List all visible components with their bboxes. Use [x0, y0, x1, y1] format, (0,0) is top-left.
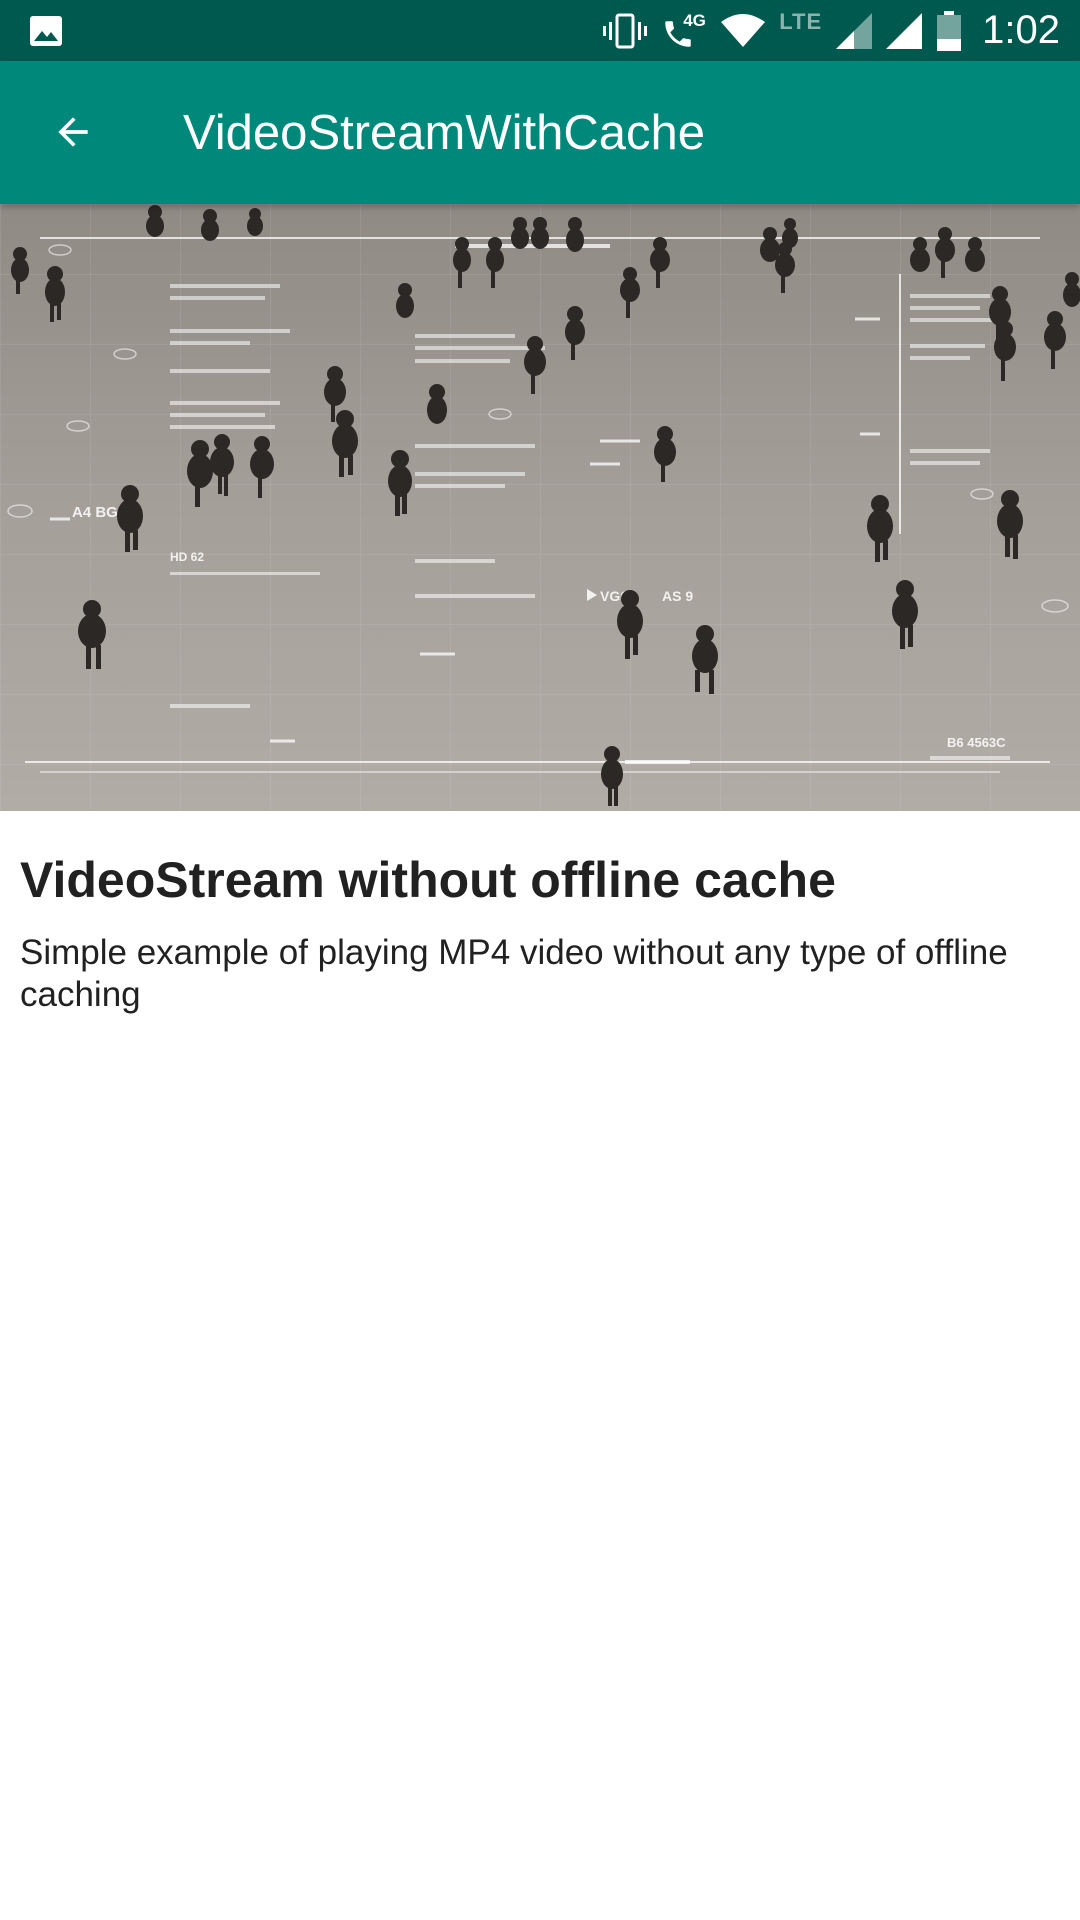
signal-icon-2 [886, 12, 923, 49]
signal-icon-1 [836, 12, 873, 49]
overlay-label-a4bg: A4 BG [72, 504, 118, 521]
overlay-label-b6: B6 4563C [947, 735, 1006, 750]
wifi-icon [721, 13, 766, 48]
back-button[interactable] [38, 97, 108, 167]
content-section: VideoStream without offline cache Simple… [20, 850, 1060, 1016]
vibrate-icon [603, 13, 648, 49]
lte-label: LTE [779, 8, 823, 34]
app-bar: VideoStreamWithCache [0, 61, 1080, 204]
video-frame: A4 BG HD 62 VG61 AS 9 B6 4563C [0, 204, 1080, 811]
app-title: VideoStreamWithCache [183, 106, 706, 160]
call-network-label: 4G [683, 10, 706, 30]
content-title: VideoStream without offline cache [20, 852, 836, 908]
video-player[interactable]: A4 BG HD 62 VG61 AS 9 B6 4563C [0, 204, 1080, 811]
status-icons: 4G LTE 1:02 [603, 0, 1060, 61]
overlay-label-as9: AS 9 [662, 588, 693, 604]
status-time: 1:02 [982, 8, 1060, 52]
arrow-back-icon [58, 117, 88, 147]
overlay-label-hd62: HD 62 [170, 550, 204, 564]
battery-icon [936, 10, 962, 51]
content-description: Simple example of playing MP4 video with… [20, 933, 1008, 1014]
status-bar: 4G LTE 1:02 [0, 0, 1080, 61]
image-notification-icon [28, 13, 64, 49]
volte-call-icon: 4G [661, 11, 707, 51]
